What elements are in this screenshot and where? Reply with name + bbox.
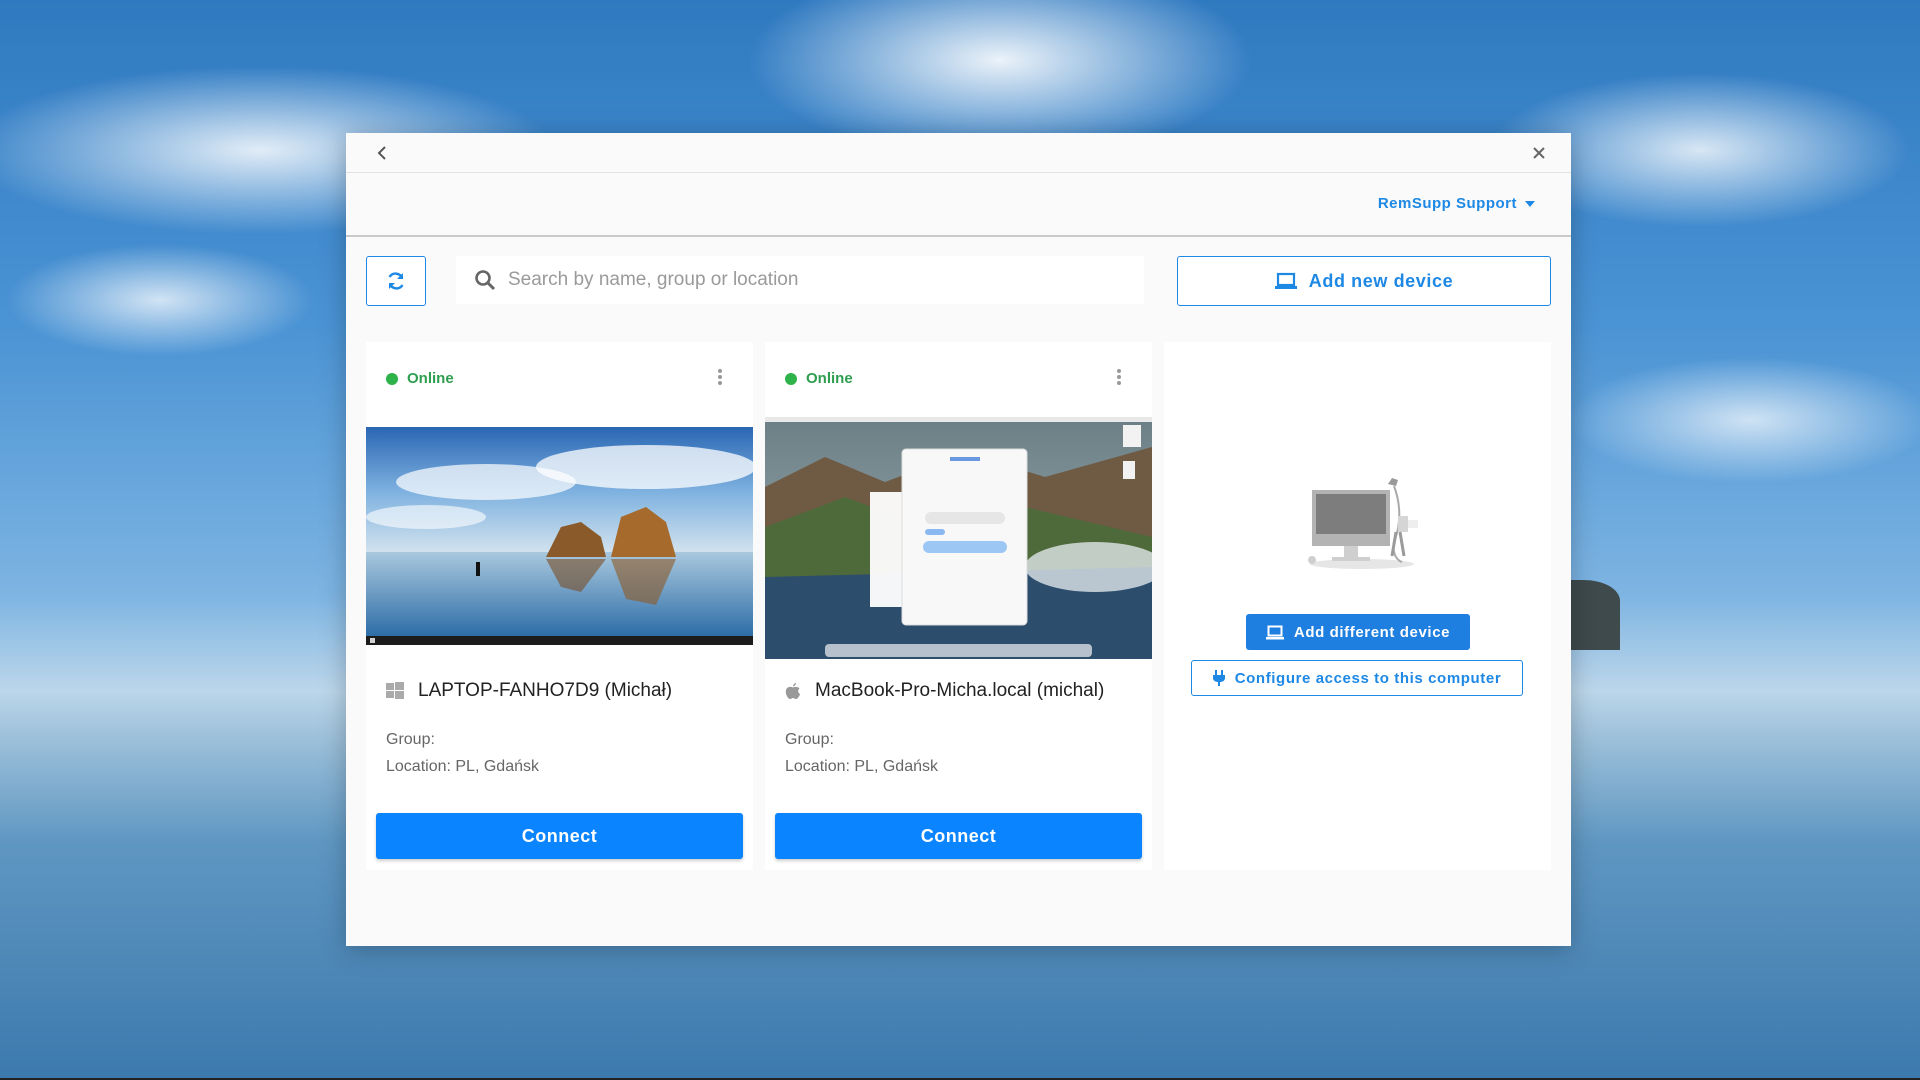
header-bar: RemSupp Support xyxy=(346,173,1571,237)
computer-illustration xyxy=(1308,478,1418,569)
add-new-device-button[interactable]: Add new device xyxy=(1177,256,1551,306)
add-new-device-label: Add new device xyxy=(1308,270,1454,291)
back-button[interactable] xyxy=(372,143,392,163)
add-device-card: Add different device Configure access to… xyxy=(1164,342,1551,870)
status-text: Online xyxy=(806,370,853,387)
device-group: Group: xyxy=(785,731,834,748)
laptop-icon xyxy=(1274,272,1297,289)
close-icon xyxy=(1533,147,1545,159)
configure-access-button[interactable]: Configure access to this computer xyxy=(1191,660,1523,696)
windows-icon xyxy=(386,682,404,699)
add-different-device-button[interactable]: Add different device xyxy=(1246,614,1470,650)
online-dot xyxy=(785,372,797,385)
status-text: Online xyxy=(407,370,454,387)
search-icon xyxy=(475,270,496,291)
connect-button[interactable]: Connect xyxy=(376,813,743,859)
device-name: LAPTOP-FANHO7D9 (Michał) xyxy=(418,680,673,701)
macos-desktop-preview xyxy=(765,417,1152,659)
connect-button[interactable]: Connect xyxy=(775,813,1142,859)
account-label: RemSupp Support xyxy=(1377,195,1517,212)
device-menu-button[interactable] xyxy=(1114,366,1124,388)
device-group: Group: xyxy=(386,731,435,748)
status-indicator: Online xyxy=(785,370,853,387)
status-indicator: Online xyxy=(386,370,454,387)
laptop-icon xyxy=(1265,625,1284,639)
device-menu-button[interactable] xyxy=(715,366,725,388)
device-name-row: LAPTOP-FANHO7D9 (Michał) xyxy=(386,680,672,702)
toolbar: Add new device xyxy=(366,256,1551,308)
device-card: Online xyxy=(765,342,1152,870)
plug-icon xyxy=(1212,670,1225,686)
add-different-device-label: Add different device xyxy=(1293,623,1451,641)
online-dot xyxy=(386,372,398,385)
device-screenshot xyxy=(366,427,753,645)
account-dropdown[interactable]: RemSupp Support xyxy=(1378,195,1535,212)
windows-desktop-preview xyxy=(366,427,753,645)
refresh-icon xyxy=(388,272,404,290)
close-button[interactable] xyxy=(1529,143,1549,163)
app-window: RemSupp Support Add new devic xyxy=(346,133,1571,946)
chevron-left-icon xyxy=(377,146,386,160)
apple-icon xyxy=(785,683,800,699)
device-name-row: MacBook-Pro-Micha.local (michal) xyxy=(785,680,1104,702)
search-input[interactable] xyxy=(508,269,1108,291)
refresh-button[interactable] xyxy=(366,256,426,306)
search-box xyxy=(456,256,1144,304)
device-card: Online xyxy=(366,342,753,870)
device-list: Online LAPTOP-FANHO7D9 (Michał) Group: L… xyxy=(366,342,1551,870)
device-location: Location: PL, Gdańsk xyxy=(386,758,539,775)
device-location: Location: PL, Gdańsk xyxy=(785,758,938,775)
device-screenshot xyxy=(765,417,1152,659)
device-name: MacBook-Pro-Micha.local (michal) xyxy=(815,680,1105,701)
configure-access-label: Configure access to this computer xyxy=(1234,669,1502,687)
title-bar xyxy=(346,133,1571,173)
caret-down-icon xyxy=(1525,200,1535,207)
